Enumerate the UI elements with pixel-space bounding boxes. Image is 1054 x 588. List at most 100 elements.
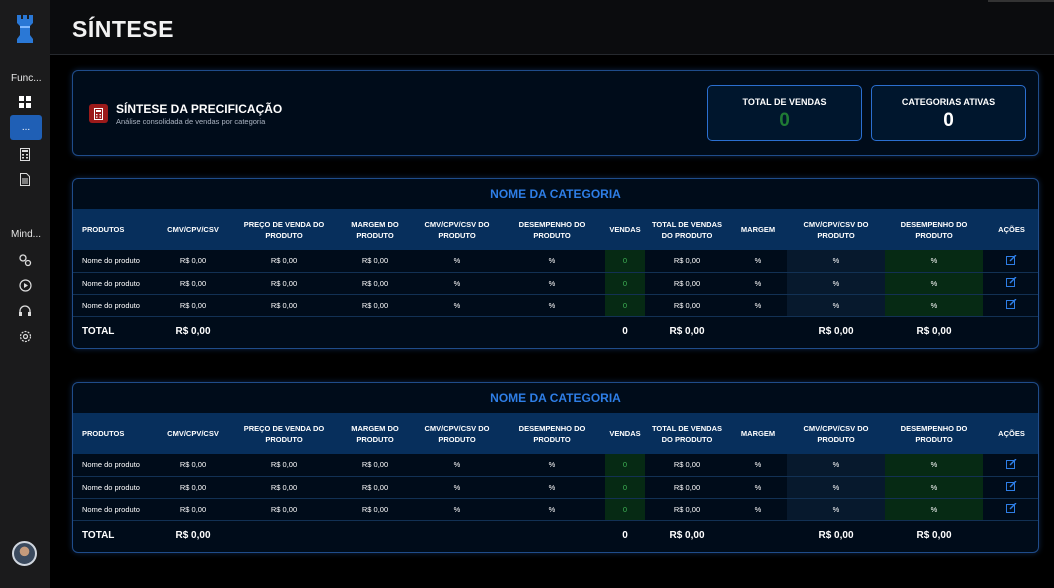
edit-icon[interactable] [1006,481,1017,491]
category-panel: NOME DA CATEGORIA PRODUTOS CMV/CPV/CSV PREÇ… [72,382,1039,553]
settings-gear-icon[interactable] [18,329,32,343]
document-icon[interactable] [18,172,32,186]
user-avatar[interactable] [12,541,37,566]
total-cell: TOTAL [82,326,115,338]
table-cell: % [885,454,983,477]
play-circle-icon[interactable] [18,278,32,292]
column-header: MARGEM [729,209,787,250]
total-cell: R$ 0,00 [818,326,854,338]
total-vendas-card: TOTAL DE VENDAS 0 [707,85,862,141]
table-cell: R$ 0,00 [153,498,233,521]
table-cell: % [499,250,605,273]
table-cell: R$ 0,00 [645,250,729,273]
column-header: AÇÕES [983,413,1038,454]
chess-rook-logo-icon[interactable] [11,12,39,46]
table-cell: % [787,272,885,295]
edit-icon[interactable] [1006,254,1017,265]
table-cell: % [885,498,983,521]
column-header: DESEMPENHO DO PRODUTO [885,209,983,250]
table-cell: % [787,250,885,273]
column-header: CMV/CPV/CSV DO PRODUTO [415,209,499,250]
edit-icon[interactable] [1006,503,1017,513]
edit-icon[interactable] [1006,458,1017,469]
table-cell: % [787,454,885,477]
summary-panel: SÍNTESE DA PRECIFICAÇÃO Análise consolid… [72,70,1039,156]
table-cell: Nome do produto [73,294,153,317]
column-header: DESEMPENHO DO PRODUTO [499,413,605,454]
category-title: NOME DA CATEGORIA [490,391,621,405]
total-cell [499,520,605,551]
table-cell: R$ 0,00 [233,498,335,521]
column-header: DESEMPENHO DO PRODUTO [499,209,605,250]
table-cell: % [729,250,787,273]
table-cell: Nome do produto [73,454,153,477]
table-row: Nome do produto R$ 0,00 R$ 0,00 R$ 0,00%% 0 R… [73,272,1038,295]
column-header: CMV/CPV/CSV [153,413,233,454]
table-cell: % [415,476,499,499]
category-table: PRODUTOS CMV/CPV/CSV PREÇO DE VENDA DO PRO… [73,413,1038,551]
table-cell: R$ 0,00 [335,498,415,521]
dashboard-grid-icon[interactable] [18,95,32,109]
column-header: TOTAL DE VENDAS DO PRODUTO [645,209,729,250]
total-cell: 0 [622,326,628,338]
table-cell: % [729,294,787,317]
table-cell: R$ 0,00 [233,294,335,317]
column-header: PREÇO DE VENDA DO PRODUTO [233,209,335,250]
table-cell: Nome do produto [73,250,153,273]
table-cell: % [729,476,787,499]
top-bar: SÍNTESE [50,0,1054,55]
table-cell: % [499,294,605,317]
table-cell: % [415,250,499,273]
edit-icon[interactable] [1006,277,1017,287]
category-panel: NOME DA CATEGORIA PRODUTOS CMV/CPV/CSV PREÇ… [72,178,1039,349]
total-vendas-label: TOTAL DE VENDAS [742,97,827,107]
total-cell: R$ 0,00 [669,326,705,338]
table-cell: R$ 0,00 [645,476,729,499]
total-cell [233,316,335,347]
calculator-badge-icon [89,104,108,123]
total-cell: R$ 0,00 [175,326,211,338]
actions-cell [983,250,1038,273]
table-cell: R$ 0,00 [233,454,335,477]
table-header-row: PRODUTOS CMV/CPV/CSV PREÇO DE VENDA DO PRO… [73,209,1038,250]
table-cell: Nome do produto [73,476,153,499]
total-cell [233,520,335,551]
table-cell: 0 [605,476,645,499]
page-title: SÍNTESE [72,16,174,42]
table-cell: R$ 0,00 [645,454,729,477]
summary-subtitle: Análise consolidada de vendas por catego… [116,117,266,126]
table-cell: % [787,476,885,499]
table-cell: % [885,476,983,499]
table-cell: R$ 0,00 [153,294,233,317]
table-cell: R$ 0,00 [335,294,415,317]
category-table: PRODUTOS CMV/CPV/CSV PREÇO DE VENDA DO PRO… [73,209,1038,347]
table-row: Nome do produto R$ 0,00 R$ 0,00 R$ 0,00%% 0 R… [73,294,1038,317]
total-cell [499,316,605,347]
table-cell: Nome do produto [73,272,153,295]
sidebar-item-sintese[interactable]: ... [10,115,42,140]
table-cell: R$ 0,00 [335,250,415,273]
actions-cell [983,272,1038,295]
summary-title: SÍNTESE DA PRECIFICAÇÃO [116,102,283,116]
table-cell: 0 [605,294,645,317]
headset-support-icon[interactable] [18,304,32,318]
table-cell: % [729,454,787,477]
column-header: DESEMPENHO DO PRODUTO [885,413,983,454]
total-cell [335,520,415,551]
table-cell: % [499,476,605,499]
table-cell: R$ 0,00 [233,476,335,499]
gears-icon[interactable] [18,253,32,267]
table-cell: 0 [605,250,645,273]
column-header: VENDAS [605,209,645,250]
edit-icon[interactable] [1006,299,1017,309]
total-row: TOTAL R$ 0,00 0 R$ 0,00 R$ 0,00 R$ 0,00 [73,316,1038,347]
column-header: VENDAS [605,413,645,454]
total-cell: R$ 0,00 [175,530,211,542]
calculator-icon[interactable] [18,147,32,161]
divider [988,0,1054,2]
categorias-ativas-value: 0 [943,110,954,131]
table-cell: % [885,250,983,273]
table-cell: Nome do produto [73,498,153,521]
column-header: CMV/CPV/CSV DO PRODUTO [415,413,499,454]
total-row: TOTAL R$ 0,00 0 R$ 0,00 R$ 0,00 R$ 0,00 [73,520,1038,551]
